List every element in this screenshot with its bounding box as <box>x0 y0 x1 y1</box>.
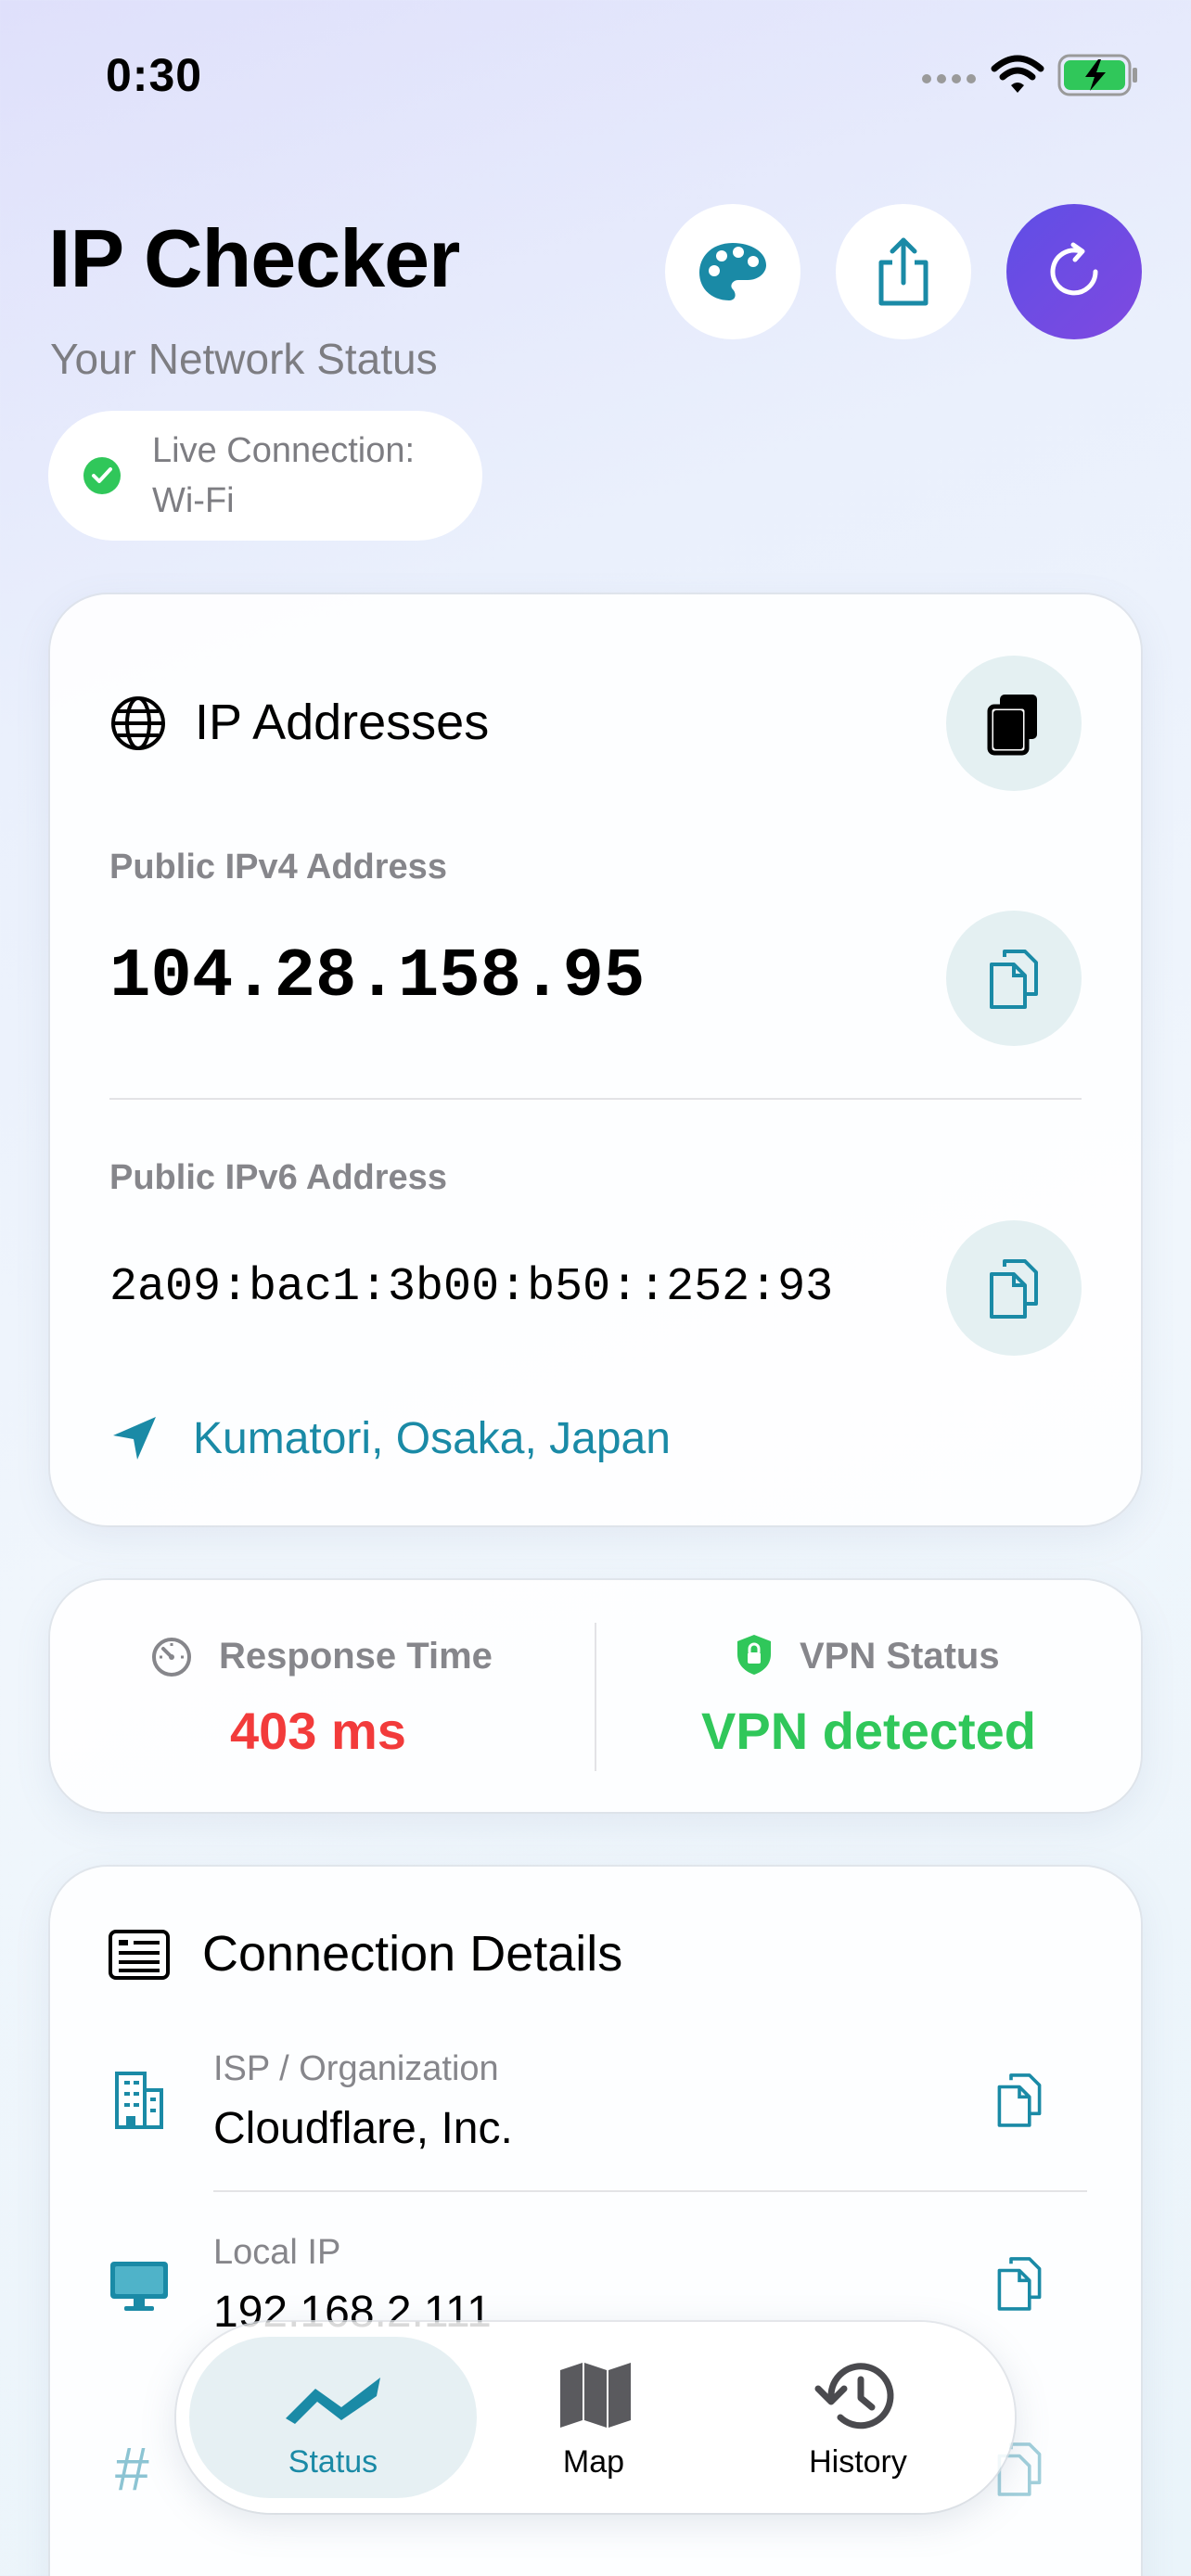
history-icon <box>814 2363 894 2429</box>
isp-label: ISP / Organization <box>213 2049 499 2088</box>
tab-status-label: Status <box>288 2444 378 2480</box>
building-icon <box>115 2072 163 2129</box>
wifi-icon <box>991 55 1044 93</box>
palette-icon <box>699 243 766 300</box>
isp-value: Cloudflare, Inc. <box>213 2104 513 2153</box>
ipv6-value[interactable]: 2a09:bac1:3b00:b50::252:93 <box>109 1261 833 1314</box>
globe-icon <box>111 696 165 750</box>
gauge-icon <box>152 1638 191 1677</box>
vpn-status-value: VPN detected <box>701 1702 1036 1760</box>
copy-ipv4-button[interactable] <box>946 911 1082 1046</box>
stats-divider <box>595 1623 596 1771</box>
page-title: IP Checker <box>48 212 460 304</box>
ipv4-label: Public IPv4 Address <box>109 848 447 886</box>
waveform-icon <box>286 2378 380 2424</box>
battery-charging-icon <box>1057 54 1137 96</box>
copy-all-icon <box>987 695 1037 756</box>
tab-map[interactable]: Map <box>501 2337 686 2498</box>
hash-icon: # <box>115 2434 149 2503</box>
copy-icon <box>990 950 1038 1009</box>
connection-details-title: Connection Details <box>202 1926 623 1982</box>
status-time: 0:30 <box>106 49 203 101</box>
cellular-signal-icon <box>922 74 978 89</box>
tab-history-label: History <box>809 2444 907 2480</box>
vpn-status-label: VPN Status <box>800 1636 1000 1677</box>
newspaper-icon <box>109 1930 170 1980</box>
location-link[interactable]: Kumatori, Osaka, Japan <box>193 1413 671 1464</box>
divider <box>109 1098 1082 1100</box>
share-icon <box>878 237 928 306</box>
map-icon <box>560 2363 631 2428</box>
tab-status[interactable]: Status <box>189 2337 477 2498</box>
location-arrow-icon <box>113 1417 156 1460</box>
tab-map-label: Map <box>562 2444 625 2480</box>
copy-isp-icon[interactable] <box>994 2070 1044 2129</box>
desktop-icon <box>110 2262 168 2311</box>
page-subtitle: Your Network Status <box>50 335 438 383</box>
local-ip-label: Local IP <box>213 2233 341 2272</box>
theme-button[interactable] <box>665 204 800 339</box>
row-divider <box>213 2190 1087 2192</box>
ipv4-value[interactable]: 104.28.158.95 <box>109 938 645 1016</box>
refresh-icon <box>1050 242 1098 296</box>
ip-addresses-title: IP Addresses <box>195 695 490 750</box>
copy-local-ip-icon[interactable] <box>994 2253 1044 2313</box>
copy-ipv6-button[interactable] <box>946 1220 1082 1356</box>
shield-lock-icon <box>737 1635 771 1675</box>
response-time-label: Response Time <box>219 1636 493 1677</box>
copy-all-button[interactable] <box>946 656 1082 791</box>
check-circle-icon <box>83 457 121 494</box>
tab-history[interactable]: History <box>770 2337 946 2498</box>
refresh-button[interactable] <box>1006 204 1142 339</box>
response-time-value: 403 ms <box>230 1702 406 1760</box>
ipv6-label: Public IPv6 Address <box>109 1158 447 1197</box>
copy-icon <box>990 1259 1038 1319</box>
live-connection-text: Live Connection: Wi-Fi <box>152 431 416 520</box>
live-connection-badge: Live Connection: Wi-Fi <box>48 411 482 541</box>
share-button[interactable] <box>836 204 971 339</box>
